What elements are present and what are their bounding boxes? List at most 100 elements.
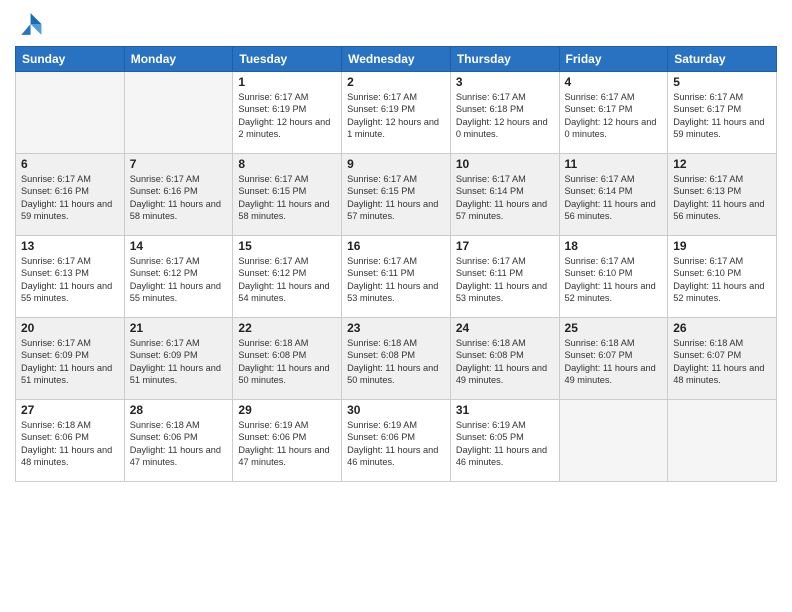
day-number: 8 (238, 157, 336, 171)
day-number: 23 (347, 321, 445, 335)
day-number: 6 (21, 157, 119, 171)
calendar-cell: 15 Sunrise: 6:17 AM Sunset: 6:12 PM Dayli… (233, 236, 342, 318)
calendar-cell (668, 400, 777, 482)
cell-sun-info: Sunrise: 6:17 AM Sunset: 6:16 PM Dayligh… (130, 173, 228, 223)
day-number: 4 (565, 75, 663, 89)
day-number: 17 (456, 239, 554, 253)
cell-sun-info: Sunrise: 6:17 AM Sunset: 6:15 PM Dayligh… (238, 173, 336, 223)
logo-icon (15, 10, 43, 38)
calendar-cell: 10 Sunrise: 6:17 AM Sunset: 6:14 PM Dayli… (450, 154, 559, 236)
day-number: 14 (130, 239, 228, 253)
cell-sun-info: Sunrise: 6:17 AM Sunset: 6:19 PM Dayligh… (238, 91, 336, 141)
calendar-cell: 11 Sunrise: 6:17 AM Sunset: 6:14 PM Dayli… (559, 154, 668, 236)
calendar-cell: 9 Sunrise: 6:17 AM Sunset: 6:15 PM Daylig… (342, 154, 451, 236)
day-number: 28 (130, 403, 228, 417)
calendar-cell: 19 Sunrise: 6:17 AM Sunset: 6:10 PM Dayli… (668, 236, 777, 318)
cell-sun-info: Sunrise: 6:17 AM Sunset: 6:11 PM Dayligh… (456, 255, 554, 305)
cell-sun-info: Sunrise: 6:17 AM Sunset: 6:16 PM Dayligh… (21, 173, 119, 223)
cell-sun-info: Sunrise: 6:17 AM Sunset: 6:13 PM Dayligh… (21, 255, 119, 305)
day-number: 10 (456, 157, 554, 171)
cell-sun-info: Sunrise: 6:18 AM Sunset: 6:08 PM Dayligh… (238, 337, 336, 387)
calendar-cell: 29 Sunrise: 6:19 AM Sunset: 6:06 PM Dayli… (233, 400, 342, 482)
cell-sun-info: Sunrise: 6:17 AM Sunset: 6:15 PM Dayligh… (347, 173, 445, 223)
cell-sun-info: Sunrise: 6:17 AM Sunset: 6:18 PM Dayligh… (456, 91, 554, 141)
cell-sun-info: Sunrise: 6:18 AM Sunset: 6:07 PM Dayligh… (673, 337, 771, 387)
calendar-cell: 21 Sunrise: 6:17 AM Sunset: 6:09 PM Dayli… (124, 318, 233, 400)
cell-sun-info: Sunrise: 6:17 AM Sunset: 6:10 PM Dayligh… (673, 255, 771, 305)
day-number: 11 (565, 157, 663, 171)
day-number: 30 (347, 403, 445, 417)
cell-sun-info: Sunrise: 6:17 AM Sunset: 6:17 PM Dayligh… (565, 91, 663, 141)
calendar-week-row: 6 Sunrise: 6:17 AM Sunset: 6:16 PM Daylig… (16, 154, 777, 236)
day-number: 16 (347, 239, 445, 253)
day-number: 20 (21, 321, 119, 335)
day-number: 2 (347, 75, 445, 89)
logo (15, 10, 47, 38)
col-header-saturday: Saturday (668, 47, 777, 72)
day-number: 24 (456, 321, 554, 335)
calendar-cell: 6 Sunrise: 6:17 AM Sunset: 6:16 PM Daylig… (16, 154, 125, 236)
cell-sun-info: Sunrise: 6:18 AM Sunset: 6:07 PM Dayligh… (565, 337, 663, 387)
calendar-cell: 22 Sunrise: 6:18 AM Sunset: 6:08 PM Dayli… (233, 318, 342, 400)
cell-sun-info: Sunrise: 6:17 AM Sunset: 6:14 PM Dayligh… (565, 173, 663, 223)
cell-sun-info: Sunrise: 6:17 AM Sunset: 6:14 PM Dayligh… (456, 173, 554, 223)
cell-sun-info: Sunrise: 6:17 AM Sunset: 6:19 PM Dayligh… (347, 91, 445, 141)
calendar-cell: 5 Sunrise: 6:17 AM Sunset: 6:17 PM Daylig… (668, 72, 777, 154)
calendar-cell: 25Sunrise: 6:18 AM Sunset: 6:07 PM Dayli… (559, 318, 668, 400)
calendar-table: SundayMondayTuesdayWednesdayThursdayFrid… (15, 46, 777, 482)
cell-sun-info: Sunrise: 6:18 AM Sunset: 6:06 PM Dayligh… (130, 419, 228, 469)
calendar-cell: 23 Sunrise: 6:18 AM Sunset: 6:08 PM Dayli… (342, 318, 451, 400)
calendar-cell: 24 Sunrise: 6:18 AM Sunset: 6:08 PM Dayli… (450, 318, 559, 400)
col-header-sunday: Sunday (16, 47, 125, 72)
cell-sun-info: Sunrise: 6:19 AM Sunset: 6:06 PM Dayligh… (347, 419, 445, 469)
cell-sun-info: Sunrise: 6:18 AM Sunset: 6:08 PM Dayligh… (456, 337, 554, 387)
day-number: 9 (347, 157, 445, 171)
calendar-cell: 8 Sunrise: 6:17 AM Sunset: 6:15 PM Daylig… (233, 154, 342, 236)
col-header-wednesday: Wednesday (342, 47, 451, 72)
calendar-week-row: 20 Sunrise: 6:17 AM Sunset: 6:09 PM Dayli… (16, 318, 777, 400)
day-number: 15 (238, 239, 336, 253)
day-number: 1 (238, 75, 336, 89)
calendar-cell: 2 Sunrise: 6:17 AM Sunset: 6:19 PM Daylig… (342, 72, 451, 154)
cell-sun-info: Sunrise: 6:17 AM Sunset: 6:13 PM Dayligh… (673, 173, 771, 223)
cell-sun-info: Sunrise: 6:17 AM Sunset: 6:11 PM Dayligh… (347, 255, 445, 305)
day-number: 31 (456, 403, 554, 417)
calendar-week-row: 13 Sunrise: 6:17 AM Sunset: 6:13 PM Dayli… (16, 236, 777, 318)
header (15, 10, 777, 38)
day-number: 26 (673, 321, 771, 335)
cell-sun-info: Sunrise: 6:17 AM Sunset: 6:12 PM Dayligh… (238, 255, 336, 305)
calendar-cell: 14 Sunrise: 6:17 AM Sunset: 6:12 PM Dayli… (124, 236, 233, 318)
cell-sun-info: Sunrise: 6:17 AM Sunset: 6:09 PM Dayligh… (130, 337, 228, 387)
cell-sun-info: Sunrise: 6:17 AM Sunset: 6:17 PM Dayligh… (673, 91, 771, 141)
cell-sun-info: Sunrise: 6:19 AM Sunset: 6:05 PM Dayligh… (456, 419, 554, 469)
cell-sun-info: Sunrise: 6:18 AM Sunset: 6:08 PM Dayligh… (347, 337, 445, 387)
calendar-week-row: 27 Sunrise: 6:18 AM Sunset: 6:06 PM Dayli… (16, 400, 777, 482)
calendar-cell: 13 Sunrise: 6:17 AM Sunset: 6:13 PM Dayli… (16, 236, 125, 318)
col-header-tuesday: Tuesday (233, 47, 342, 72)
day-number: 18 (565, 239, 663, 253)
cell-sun-info: Sunrise: 6:17 AM Sunset: 6:09 PM Dayligh… (21, 337, 119, 387)
day-number: 21 (130, 321, 228, 335)
day-number: 22 (238, 321, 336, 335)
calendar-cell: 28 Sunrise: 6:18 AM Sunset: 6:06 PM Dayli… (124, 400, 233, 482)
calendar-week-row: 1 Sunrise: 6:17 AM Sunset: 6:19 PM Daylig… (16, 72, 777, 154)
calendar-cell: 17 Sunrise: 6:17 AM Sunset: 6:11 PM Dayli… (450, 236, 559, 318)
day-number: 12 (673, 157, 771, 171)
col-header-thursday: Thursday (450, 47, 559, 72)
cell-sun-info: Sunrise: 6:18 AM Sunset: 6:06 PM Dayligh… (21, 419, 119, 469)
day-number: 29 (238, 403, 336, 417)
cell-sun-info: Sunrise: 6:19 AM Sunset: 6:06 PM Dayligh… (238, 419, 336, 469)
calendar-cell: 31 Sunrise: 6:19 AM Sunset: 6:05 PM Dayli… (450, 400, 559, 482)
calendar-cell: 16 Sunrise: 6:17 AM Sunset: 6:11 PM Dayli… (342, 236, 451, 318)
day-number: 19 (673, 239, 771, 253)
col-header-friday: Friday (559, 47, 668, 72)
cell-sun-info: Sunrise: 6:17 AM Sunset: 6:12 PM Dayligh… (130, 255, 228, 305)
calendar-cell: 7Sunrise: 6:17 AM Sunset: 6:16 PM Daylig… (124, 154, 233, 236)
calendar-cell: 30 Sunrise: 6:19 AM Sunset: 6:06 PM Dayli… (342, 400, 451, 482)
day-number: 27 (21, 403, 119, 417)
cell-sun-info: Sunrise: 6:17 AM Sunset: 6:10 PM Dayligh… (565, 255, 663, 305)
day-number: 13 (21, 239, 119, 253)
calendar-cell: 3Sunrise: 6:17 AM Sunset: 6:18 PM Daylig… (450, 72, 559, 154)
calendar-header-row: SundayMondayTuesdayWednesdayThursdayFrid… (16, 47, 777, 72)
day-number: 5 (673, 75, 771, 89)
